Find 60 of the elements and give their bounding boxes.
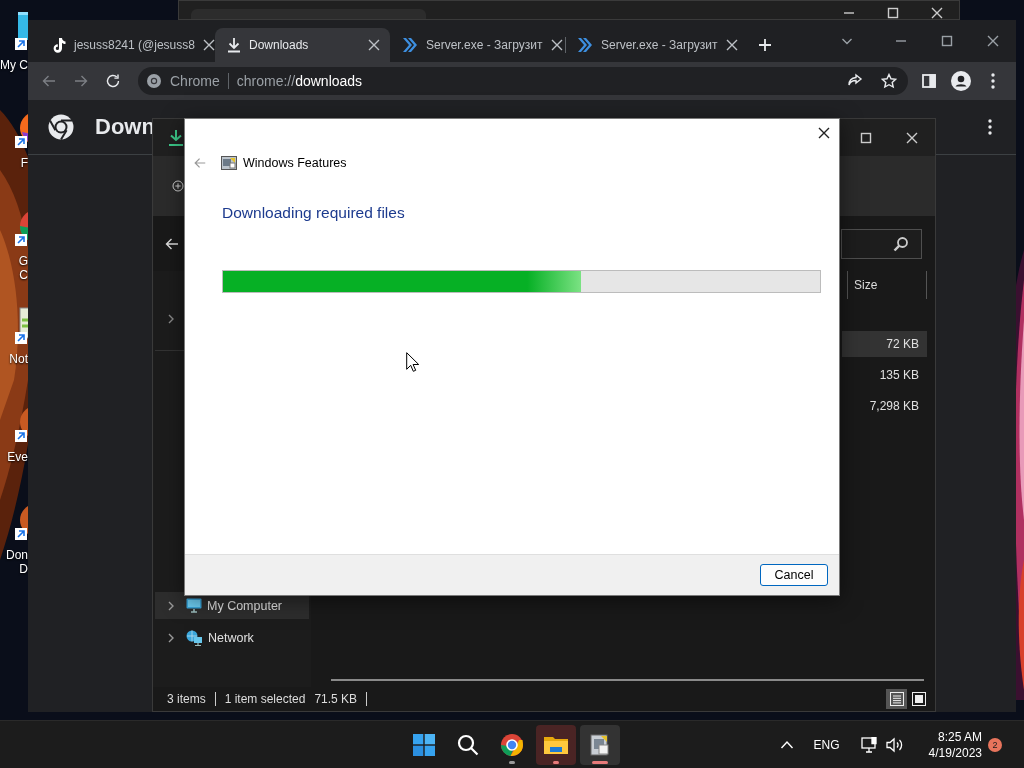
file-row[interactable]: 7,298 KB <box>842 393 927 419</box>
monitor-icon <box>186 598 202 613</box>
dialog-title: Windows Features <box>243 156 347 170</box>
file-row[interactable]: 135 KB <box>842 362 927 388</box>
scrollbar[interactable] <box>331 679 924 681</box>
site-icon <box>146 73 162 89</box>
size-cell: 7,298 KB <box>869 399 919 413</box>
search-icon <box>457 733 479 756</box>
dialog-heading: Downloading required files <box>222 203 406 223</box>
desktop-icon-label[interactable]: Eve <box>7 450 28 464</box>
close-icon[interactable] <box>550 37 563 53</box>
download-icon <box>168 128 184 147</box>
download-icon <box>227 37 241 53</box>
features-icon <box>588 732 612 757</box>
browser-tab[interactable]: Server.exe - Загрузит <box>565 28 740 62</box>
page-title: Down <box>95 114 155 140</box>
close-icon[interactable] <box>725 37 738 53</box>
close-icon[interactable] <box>366 37 382 53</box>
logo-icon <box>48 114 74 140</box>
chevron-icon[interactable] <box>167 314 175 324</box>
column-header[interactable]: Size <box>847 271 927 299</box>
file-row[interactable]: 72 KB <box>842 331 927 357</box>
desktop-icon-label[interactable]: My C <box>0 58 28 72</box>
size-cell: 72 KB <box>886 337 919 351</box>
clock[interactable]: 8:25 AM 4/19/2023 <box>928 728 982 761</box>
desktop-icon-label[interactable]: F <box>20 156 28 170</box>
browser-tab[interactable]: Downloads <box>215 28 390 62</box>
double-chevron-icon <box>577 37 593 53</box>
network-icon <box>186 629 203 646</box>
close-icon[interactable] <box>202 37 215 53</box>
mouse-pointer-icon <box>406 352 419 372</box>
browser-tab[interactable]: jesuss8241 (@jesuss8 <box>40 28 215 62</box>
status-text: 3 items <box>167 692 206 706</box>
note-icon <box>52 37 66 53</box>
cancel-button[interactable]: Cancel <box>760 564 828 586</box>
chevron-icon <box>167 600 175 611</box>
nav-item[interactable]: Network <box>155 624 309 651</box>
status-text: 1 item selected <box>224 692 306 706</box>
features-button[interactable] <box>580 724 620 765</box>
desktop-icon-label[interactable]: G <box>18 254 28 268</box>
desktop-icon-label[interactable]: D <box>19 562 28 576</box>
search-icon <box>893 235 909 252</box>
double-chevron-icon <box>402 37 418 53</box>
size-cell: 135 KB <box>879 368 919 382</box>
browser-tab[interactable]: Server.exe - Загрузит <box>390 28 565 62</box>
features-icon <box>221 155 237 171</box>
start-icon <box>413 733 435 756</box>
new-icon[interactable] <box>172 177 184 195</box>
desktop-icon-label[interactable]: Don <box>6 548 28 562</box>
desktop-icon-label[interactable]: Not <box>9 352 28 366</box>
search-field[interactable] <box>841 228 922 259</box>
address-bar[interactable]: Chrome chrome://downloads <box>138 67 908 95</box>
notification-badge[interactable]: 2 <box>988 737 1002 752</box>
desktop-icon-label[interactable]: C <box>19 268 28 282</box>
language-indicator[interactable]: ENG <box>806 728 847 761</box>
chevron-icon <box>167 632 175 643</box>
folder-button[interactable] <box>536 724 576 765</box>
status-text: 71.5 KB <box>314 692 358 706</box>
browser-icon <box>500 732 524 757</box>
details-view-icon[interactable] <box>886 689 907 709</box>
